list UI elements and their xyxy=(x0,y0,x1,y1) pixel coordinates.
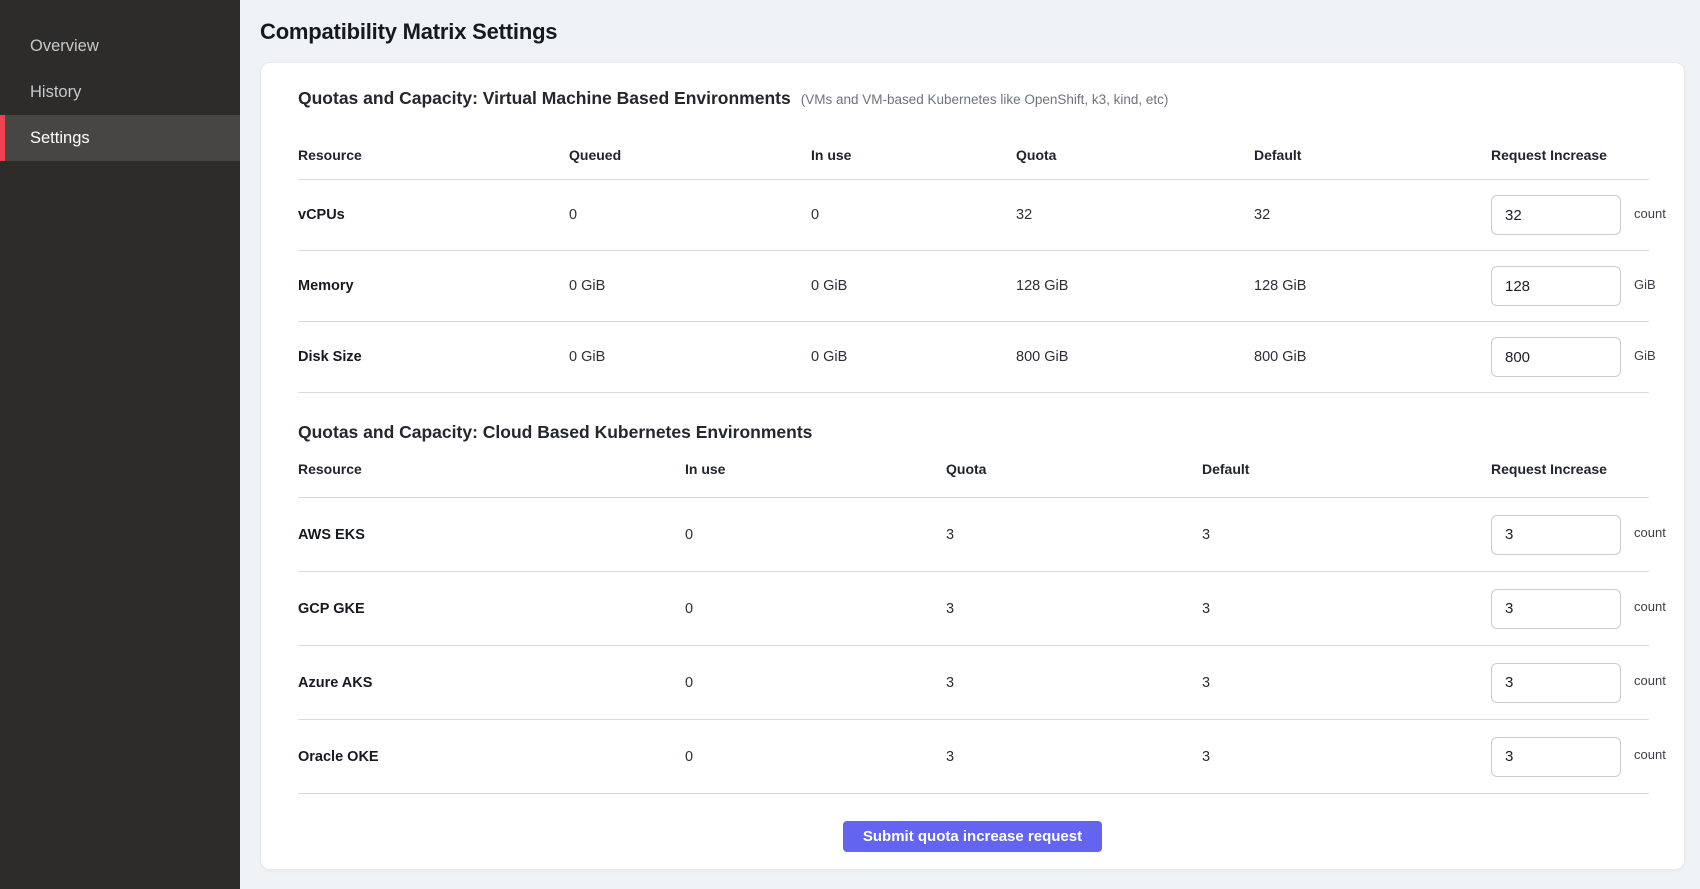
cell-in-use: 0 xyxy=(811,207,1016,223)
table-header-row: ResourceIn useQuotaDefaultRequest Increa… xyxy=(298,443,1649,498)
request-increase-input[interactable] xyxy=(1491,589,1621,629)
table-row: GCP GKE033count xyxy=(298,572,1649,646)
column-header: Quota xyxy=(946,461,1202,477)
cell-quota: 3 xyxy=(946,601,1202,617)
page-title: Compatibility Matrix Settings xyxy=(260,18,1700,46)
cell-in-use: 0 xyxy=(685,601,946,617)
column-header: Request Increase xyxy=(1491,147,1649,163)
resource-name: Azure AKS xyxy=(298,675,685,691)
table-row: AWS EKS033count xyxy=(298,498,1649,572)
submit-row: Submit quota increase request xyxy=(298,794,1647,873)
cloud-section-title: Quotas and Capacity: Cloud Based Kuberne… xyxy=(298,421,812,443)
request-increase-input[interactable] xyxy=(1491,266,1621,306)
sidebar-item-settings[interactable]: Settings xyxy=(0,115,240,161)
table-row: Memory0 GiB0 GiB128 GiB128 GiBGiB xyxy=(298,251,1649,322)
request-increase-cell: GiB xyxy=(1491,337,1656,377)
unit-label: count xyxy=(1634,599,1666,614)
cell-default: 32 xyxy=(1254,207,1491,223)
sidebar-nav: Overview History Settings xyxy=(0,0,240,161)
sidebar-item-overview[interactable]: Overview xyxy=(0,23,240,69)
cell-in-use: 0 GiB xyxy=(811,278,1016,294)
cell-quota: 128 GiB xyxy=(1016,278,1254,294)
quota-settings-card: Quotas and Capacity: Virtual Machine Bas… xyxy=(260,62,1685,870)
cell-default: 128 GiB xyxy=(1254,278,1491,294)
resource-name: GCP GKE xyxy=(298,601,685,617)
request-increase-input[interactable] xyxy=(1491,337,1621,377)
request-increase-input[interactable] xyxy=(1491,663,1621,703)
resource-name: Oracle OKE xyxy=(298,749,685,765)
column-header: Request Increase xyxy=(1491,461,1649,477)
main-content: Compatibility Matrix Settings Quotas and… xyxy=(240,0,1700,889)
cell-queued: 0 GiB xyxy=(569,349,811,365)
cell-quota: 3 xyxy=(946,527,1202,543)
cell-default: 3 xyxy=(1202,675,1491,691)
resource-name: Memory xyxy=(298,278,569,294)
request-increase-input[interactable] xyxy=(1491,515,1621,555)
request-increase-cell: count xyxy=(1491,663,1666,703)
table-row: vCPUs003232count xyxy=(298,180,1649,251)
column-header: In use xyxy=(685,461,946,477)
request-increase-cell: count xyxy=(1491,195,1666,235)
request-increase-cell: count xyxy=(1491,515,1666,555)
cell-quota: 32 xyxy=(1016,207,1254,223)
submit-quota-button[interactable]: Submit quota increase request xyxy=(843,821,1102,852)
sidebar: Overview History Settings xyxy=(0,0,240,889)
table-row: Oracle OKE033count xyxy=(298,720,1649,794)
cell-in-use: 0 GiB xyxy=(811,349,1016,365)
cell-queued: 0 GiB xyxy=(569,278,811,294)
column-header: Quota xyxy=(1016,147,1254,163)
column-header: Default xyxy=(1202,461,1491,477)
column-header: Queued xyxy=(569,147,811,163)
column-header: Resource xyxy=(298,147,569,163)
unit-label: count xyxy=(1634,206,1666,221)
sidebar-item-history[interactable]: History xyxy=(0,69,240,115)
request-increase-cell: count xyxy=(1491,589,1666,629)
request-increase-cell: count xyxy=(1491,737,1666,777)
cell-queued: 0 xyxy=(569,207,811,223)
column-header: In use xyxy=(811,147,1016,163)
cell-default: 800 GiB xyxy=(1254,349,1491,365)
unit-label: GiB xyxy=(1634,348,1656,363)
column-header: Resource xyxy=(298,461,685,477)
cloud-quota-table: ResourceIn useQuotaDefaultRequest Increa… xyxy=(298,443,1649,794)
unit-label: count xyxy=(1634,525,1666,540)
table-row: Disk Size0 GiB0 GiB800 GiB800 GiBGiB xyxy=(298,322,1649,393)
cell-in-use: 0 xyxy=(685,675,946,691)
vm-quota-table: ResourceQueuedIn useQuotaDefaultRequest … xyxy=(298,123,1649,393)
request-increase-input[interactable] xyxy=(1491,737,1621,777)
cell-quota: 800 GiB xyxy=(1016,349,1254,365)
app-root: Overview History Settings Compatibility … xyxy=(0,0,1700,889)
table-header-row: ResourceQueuedIn useQuotaDefaultRequest … xyxy=(298,123,1649,180)
vm-section-subtitle: (VMs and VM-based Kubernetes like OpenSh… xyxy=(801,89,1169,111)
cell-default: 3 xyxy=(1202,749,1491,765)
table-row: Azure AKS033count xyxy=(298,646,1649,720)
cell-in-use: 0 xyxy=(685,527,946,543)
cloud-section-heading: Quotas and Capacity: Cloud Based Kuberne… xyxy=(298,421,1647,443)
cell-quota: 3 xyxy=(946,749,1202,765)
vm-section-title: Quotas and Capacity: Virtual Machine Bas… xyxy=(298,87,791,109)
cell-default: 3 xyxy=(1202,527,1491,543)
unit-label: count xyxy=(1634,673,1666,688)
vm-section-heading: Quotas and Capacity: Virtual Machine Bas… xyxy=(298,87,1647,109)
unit-label: count xyxy=(1634,747,1666,762)
request-increase-cell: GiB xyxy=(1491,266,1656,306)
column-header: Default xyxy=(1254,147,1491,163)
request-increase-input[interactable] xyxy=(1491,195,1621,235)
resource-name: Disk Size xyxy=(298,349,569,365)
resource-name: vCPUs xyxy=(298,207,569,223)
resource-name: AWS EKS xyxy=(298,527,685,543)
cell-quota: 3 xyxy=(946,675,1202,691)
cell-in-use: 0 xyxy=(685,749,946,765)
cell-default: 3 xyxy=(1202,601,1491,617)
unit-label: GiB xyxy=(1634,277,1656,292)
